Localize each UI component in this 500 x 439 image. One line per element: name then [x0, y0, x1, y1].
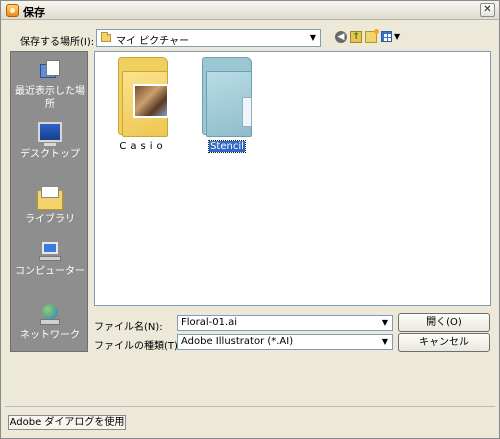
- place-computer[interactable]: コンピューター: [11, 242, 89, 278]
- cancel-button[interactable]: キャンセル: [398, 333, 490, 352]
- folder-name: Casio: [119, 141, 167, 152]
- app-icon: [6, 4, 19, 17]
- folder-icon: [118, 57, 169, 137]
- title-bar: 保存 ✕: [1, 1, 499, 20]
- folder-icon: [101, 32, 111, 42]
- desktop-icon: [38, 122, 62, 146]
- open-button[interactable]: 開く(O): [398, 313, 490, 332]
- use-adobe-dialog-button[interactable]: Adobe ダイアログを使用: [8, 415, 126, 430]
- view-menu-arrow-icon[interactable]: ▼: [394, 32, 400, 41]
- filetype-label: ファイルの種類(T):: [94, 341, 182, 352]
- chevron-down-icon[interactable]: ▼: [305, 30, 320, 46]
- library-icon: [37, 186, 63, 210]
- new-folder-icon[interactable]: [365, 29, 379, 43]
- chevron-down-icon[interactable]: ▼: [378, 335, 392, 349]
- close-button[interactable]: ✕: [480, 3, 495, 17]
- places-bar: 最近表示した場所 デスクトップ ライブラリ コンピューター ネットワーク: [10, 51, 88, 352]
- place-label: ライブラリ: [25, 214, 75, 225]
- place-label: 最近表示した場所: [15, 86, 85, 110]
- lookin-label: 保存する場所(I):: [20, 37, 95, 48]
- back-icon[interactable]: ◀: [335, 31, 347, 43]
- save-dialog: 保存 ✕ 保存する場所(I): マイ ピクチャー ▼ ◀ ↑ ▼ 最近表示した場…: [0, 0, 500, 439]
- place-recent[interactable]: 最近表示した場所: [11, 58, 89, 111]
- place-library[interactable]: ライブラリ: [11, 184, 89, 226]
- folder-icon: [202, 57, 252, 137]
- computer-icon: [39, 242, 61, 262]
- place-label: デスクトップ: [20, 149, 80, 160]
- place-label: コンピューター: [15, 266, 85, 277]
- filetype-dropdown[interactable]: Adobe Illustrator (*.AI) ▼: [177, 334, 393, 350]
- folder-item-casio[interactable]: Casio: [108, 57, 178, 152]
- filename-label: ファイル名(N):: [94, 322, 163, 333]
- place-desktop[interactable]: デスクトップ: [11, 122, 89, 161]
- up-folder-icon[interactable]: ↑: [350, 31, 362, 43]
- lookin-dropdown[interactable]: マイ ピクチャー ▼: [96, 29, 321, 47]
- lookin-value: マイ ピクチャー: [116, 36, 190, 47]
- filename-field[interactable]: Floral-01.ai ▼: [177, 315, 393, 331]
- photo-thumbnail: [133, 84, 169, 118]
- chevron-down-icon[interactable]: ▼: [378, 316, 392, 330]
- place-label: ネットワーク: [20, 330, 80, 341]
- filetype-value: Adobe Illustrator (*.AI): [181, 336, 294, 347]
- file-list[interactable]: Casio Stencil: [94, 51, 491, 306]
- filename-value: Floral-01.ai: [181, 317, 238, 328]
- folder-item-stencil[interactable]: Stencil: [192, 57, 262, 153]
- recent-places-icon: [38, 58, 62, 82]
- view-menu-icon[interactable]: [381, 31, 392, 42]
- place-network[interactable]: ネットワーク: [11, 304, 89, 342]
- network-icon: [38, 304, 62, 326]
- folder-name: Stencil: [208, 140, 246, 153]
- divider: [5, 406, 495, 407]
- window-title: 保存: [23, 6, 45, 19]
